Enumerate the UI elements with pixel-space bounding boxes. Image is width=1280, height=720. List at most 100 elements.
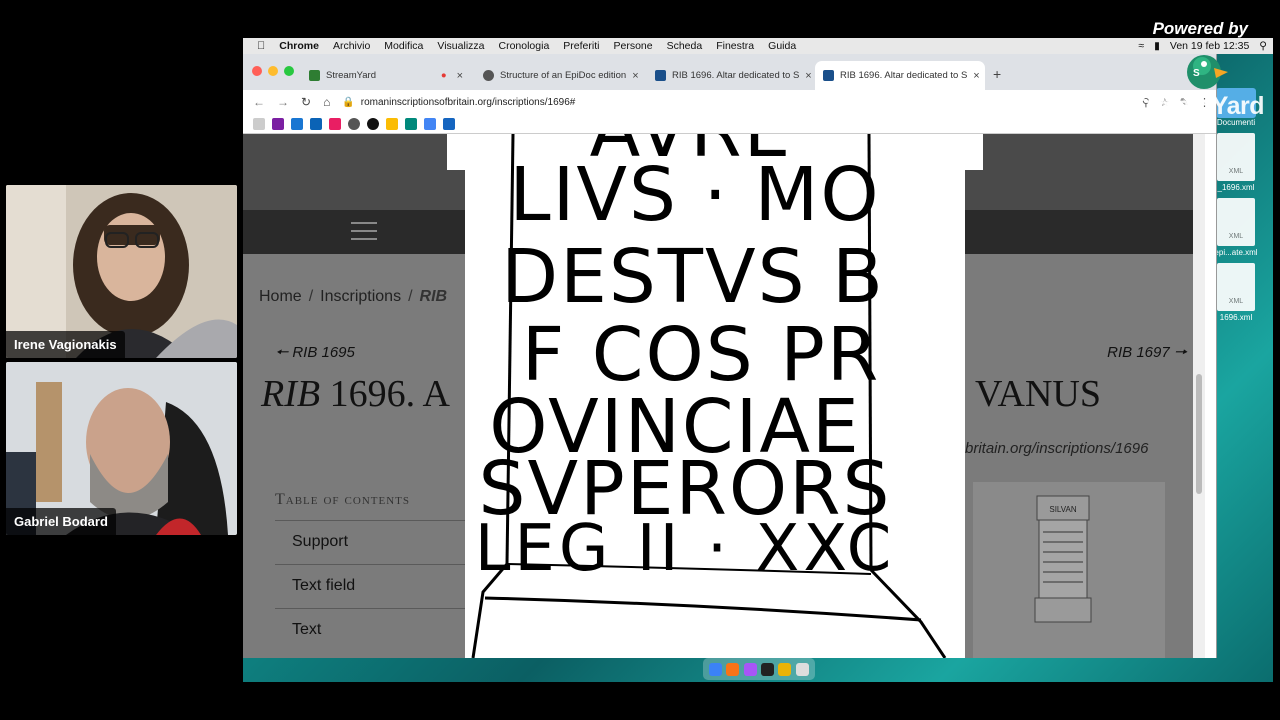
chrome-dock-icon[interactable]: [778, 662, 792, 676]
app-icon[interactable]: [743, 662, 757, 676]
web-page: Home / Inscriptions / RIB 🠔 RIB 1695 RIB 169…: [243, 134, 1205, 658]
apple-icon[interactable]: : [257, 40, 265, 52]
menu-preferiti[interactable]: Preferiti: [563, 40, 599, 52]
menu-scheda[interactable]: Scheda: [667, 40, 703, 52]
menu-persone[interactable]: Persone: [613, 40, 652, 52]
tab-rib-1696-active[interactable]: RIB 1696. Altar dedicated to S ×: [815, 61, 985, 90]
home-icon[interactable]: ⌂: [323, 95, 330, 109]
next-label: RIB 1697: [1107, 344, 1170, 361]
powered-by-label: Powered by: [1152, 19, 1248, 38]
bookmark-icon[interactable]: [348, 117, 360, 130]
breadcrumb-inscriptions[interactable]: Inscriptions: [320, 288, 401, 305]
github-icon[interactable]: [367, 117, 379, 130]
participant-name-1: Irene Vagionakis: [6, 331, 125, 358]
breadcrumb: Home / Inscriptions / RIB: [259, 288, 448, 305]
participant-name-2: Gabriel Bodard: [6, 508, 116, 535]
new-tab-button[interactable]: +: [993, 66, 1001, 82]
prev-inscription-link[interactable]: 🠔 RIB 1695: [275, 342, 355, 367]
minimize-window-button[interactable]: [268, 66, 278, 76]
streamyard-favicon: [309, 70, 320, 81]
tab-epidoc[interactable]: Structure of an EpiDoc edition ×: [475, 61, 645, 90]
firefox-icon[interactable]: [726, 662, 740, 676]
hamburger-menu-icon[interactable]: [351, 222, 377, 242]
terminal-icon[interactable]: [761, 662, 775, 676]
reload-icon[interactable]: ↻: [301, 95, 311, 109]
globe-icon: [483, 70, 494, 81]
finder-icon[interactable]: [709, 662, 723, 676]
xml-file-icon[interactable]: XML: [1217, 133, 1255, 181]
address-bar[interactable]: 🔒 romaninscriptionsofbritain.org/inscrip…: [342, 97, 575, 108]
back-icon[interactable]: ←: [253, 95, 265, 109]
xml-file-icon[interactable]: XML: [1217, 198, 1255, 246]
bookmark-icon[interactable]: [253, 117, 265, 130]
tab-rib-1696[interactable]: RIB 1696. Altar dedicated to S ×: [647, 61, 815, 90]
forward-icon[interactable]: →: [277, 95, 289, 109]
participant-video-1: Irene Vagionakis: [6, 185, 237, 358]
bookmark-icon[interactable]: [443, 117, 455, 130]
inscription-line-2: LIVS · MO: [509, 152, 880, 238]
streamyard-logo: S StreamYard: [1130, 46, 1268, 126]
altar-image-lightbox[interactable]: AVRE LIVS · MO DESTVS B F COS PR OVINCIA…: [447, 134, 983, 658]
menu-guida[interactable]: Guida: [768, 40, 796, 52]
bookmark-icon[interactable]: [291, 117, 303, 130]
menu-visualizza[interactable]: Visualizza: [437, 40, 484, 52]
rib-favicon: [823, 70, 834, 81]
tab-title: RIB 1696. Altar dedicated to S: [672, 70, 800, 81]
toc-item-text-field[interactable]: Text field: [275, 564, 465, 608]
close-tab-icon[interactable]: ×: [632, 70, 638, 82]
xml-file-icon[interactable]: XML: [1217, 263, 1255, 311]
toc-item-text[interactable]: Text: [275, 608, 465, 652]
page-title: RIB 1696. A: [261, 372, 450, 416]
duck-icon: S: [1187, 55, 1228, 89]
trash-icon[interactable]: [795, 662, 809, 676]
close-tab-icon[interactable]: ×: [457, 70, 463, 82]
mac-desktop:  Chrome Archivio Modifica Visualizza Cr…: [243, 38, 1273, 682]
menu-app-chrome[interactable]: Chrome: [279, 40, 319, 52]
close-window-button[interactable]: [252, 66, 262, 76]
mac-menubar:  Chrome Archivio Modifica Visualizza Cr…: [243, 38, 1273, 54]
scrollbar-thumb[interactable]: [1196, 374, 1202, 494]
page-scrollbar[interactable]: [1193, 134, 1205, 658]
close-tab-icon[interactable]: ×: [973, 70, 979, 82]
recording-icon: ●: [440, 70, 447, 81]
streamyard-brand: StreamYard: [1130, 92, 1264, 120]
menu-archivio[interactable]: Archivio: [333, 40, 370, 52]
participant-video-2: Gabriel Bodard: [6, 362, 237, 535]
tab-strip: StreamYard ● × Structure of an EpiDoc ed…: [243, 54, 1216, 90]
toc-item-support[interactable]: Support: [275, 520, 465, 564]
title-rest: 1696. A: [329, 373, 450, 415]
altar-drawing-thumb: SILVAN: [1034, 495, 1092, 623]
bookmark-icon[interactable]: [329, 117, 341, 130]
bookmark-icon[interactable]: [405, 117, 417, 130]
svg-text:S: S: [1193, 68, 1200, 79]
drive-icon[interactable]: [386, 117, 398, 130]
zoom-window-button[interactable]: [284, 66, 294, 76]
page-title-end: VANUS: [975, 373, 1102, 415]
menu-cronologia[interactable]: Cronologia: [499, 40, 550, 52]
arrow-right-icon: 🠖: [1173, 344, 1187, 361]
next-inscription-link[interactable]: RIB 1697 🠖: [1107, 342, 1187, 367]
inscription-line-3: DESTVS B: [501, 234, 885, 320]
bookmarks-bar: [243, 114, 1216, 134]
breadcrumb-current: RIB: [419, 288, 448, 305]
altar-thumbnail[interactable]: SILVAN: [973, 482, 1165, 658]
altar-drawing: AVRE LIVS · MO DESTVS B F COS PR OVINCIA…: [471, 134, 947, 658]
close-tab-icon[interactable]: ×: [805, 70, 811, 82]
bookmark-icon[interactable]: [272, 117, 284, 130]
lock-icon: 🔒: [342, 96, 355, 108]
menu-modifica[interactable]: Modifica: [384, 40, 423, 52]
docs-icon[interactable]: [424, 117, 436, 130]
tab-title: StreamYard: [326, 70, 376, 81]
menu-finestra[interactable]: Finestra: [716, 40, 754, 52]
breadcrumb-home[interactable]: Home: [259, 288, 302, 305]
tab-streamyard[interactable]: StreamYard ● ×: [301, 61, 471, 90]
outlook-icon[interactable]: [310, 117, 322, 130]
thumb-caption: SILVAN: [1049, 505, 1076, 514]
arrow-left-icon: 🠔: [275, 344, 289, 361]
tab-title: Structure of an EpiDoc edition: [500, 70, 627, 81]
mac-dock: [703, 658, 815, 680]
address-url: romaninscriptionsofbritain.org/inscripti…: [360, 96, 576, 108]
toc-heading: Table of contents: [275, 491, 410, 508]
permalink-text[interactable]: britain.org/inscriptions/1696: [965, 440, 1148, 457]
stream-canvas: Irene Vagionakis Gabriel Bodard  Chrome…: [0, 0, 1280, 720]
